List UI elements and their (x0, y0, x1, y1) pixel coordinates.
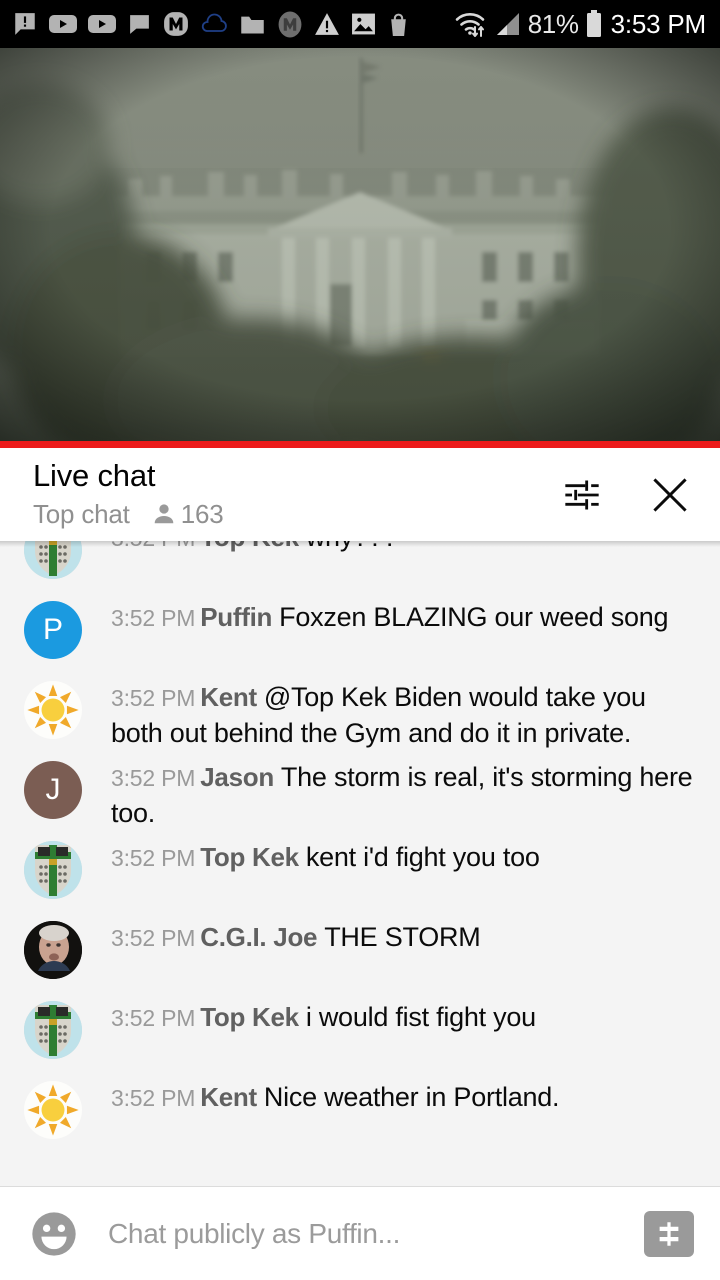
youtube-icon (49, 15, 77, 33)
sun-emoji-avatar[interactable] (24, 681, 82, 739)
message-alert-icon (15, 13, 35, 35)
notification-icons (12, 11, 454, 38)
chat-message[interactable]: 3:52 PM Kent Nice weather in Portland. (0, 1077, 720, 1157)
tune-filter-icon (565, 479, 599, 510)
chat-message[interactable]: 3:52 PM Kent @Top Kek Biden would take you… (0, 677, 720, 757)
chat-message-body: 3:52 PM Kent Nice weather in Portland. (111, 1077, 560, 1116)
message-author[interactable]: Kent (200, 682, 257, 712)
cloud-icon (201, 13, 227, 32)
shopping-bag-icon (391, 13, 406, 36)
avatar-initial: P (42, 613, 63, 646)
portrait-photo-avatar[interactable] (24, 921, 82, 979)
message-author[interactable]: Top Kek (200, 541, 299, 552)
youtube-icon (88, 15, 116, 33)
battery-percent-label: 81% (527, 8, 579, 39)
chat-input[interactable] (108, 1217, 644, 1250)
chat-message-body: 3:52 PM Top Kek i would fist fight you (111, 997, 536, 1036)
viewer-count: 163 (180, 498, 224, 529)
close-icon (653, 477, 687, 512)
crusader-helmet-avatar[interactable] (24, 841, 82, 899)
avatar-initial: J (45, 773, 61, 806)
portrait-glyph (24, 921, 82, 979)
letter-avatar[interactable]: J (24, 761, 82, 819)
status-clock: 3:53 PM (610, 8, 707, 39)
sun-glyph (27, 684, 79, 736)
close-chat-button[interactable] (646, 471, 694, 519)
message-timestamp: 3:52 PM (111, 925, 196, 951)
video-progress-track[interactable] (0, 441, 720, 448)
chat-message[interactable]: 3:52 PM C.G.I. Joe THE STORM (0, 917, 720, 997)
chat-header-subrow: Top chat 163 (33, 499, 558, 530)
message-text: kent i'd fight you too (305, 842, 540, 872)
chat-message-body: 3:52 PM C.G.I. Joe THE STORM (111, 917, 481, 956)
chat-message-list[interactable]: 3:52 PMTop Kekwhy???P3:52 PMPuffinFoxzen… (0, 541, 720, 1187)
chat-composer (0, 1187, 720, 1280)
chat-header: Live chat Top chat 163 (0, 448, 720, 541)
chat-bubble-icon (130, 14, 149, 34)
message-timestamp: 3:52 PM (111, 1085, 196, 1111)
message-timestamp: 3:52 PM (111, 605, 196, 631)
letter-avatar[interactable]: P (24, 601, 82, 659)
message-text: Foxzen BLAZING our weed song (279, 602, 669, 632)
crusader-helmet-glyph (24, 841, 82, 899)
m-badge-icon (164, 12, 188, 36)
superchat-button[interactable] (644, 1210, 694, 1257)
message-text: i would fist fight you (305, 1002, 536, 1032)
chat-message[interactable]: 3:52 PM Top Kek kent i'd fight you too (0, 837, 720, 917)
chat-mode-selector[interactable]: Top chat (33, 499, 130, 530)
white-house-livestream-frame (0, 48, 720, 448)
video-player[interactable] (0, 48, 720, 448)
chat-header-text: Live chat Top chat 163 (33, 458, 558, 530)
emoji-smiley-icon (32, 1211, 76, 1256)
wifi-transfer-icon (455, 13, 485, 37)
message-timestamp: 3:52 PM (111, 541, 195, 551)
crusader-helmet-glyph (24, 1001, 82, 1059)
chat-message-body: 3:52 PM Jason The storm is real, it's stor… (111, 757, 698, 831)
crusader-helmet-avatar[interactable] (24, 541, 82, 579)
chat-list-divider (0, 1186, 720, 1187)
chat-header-actions (558, 471, 694, 519)
battery-icon (586, 10, 601, 37)
dollar-superchat-icon (659, 1221, 679, 1246)
message-text: The storm is real, it's storming here to… (111, 762, 693, 828)
message-author[interactable]: Top Kek (200, 842, 299, 872)
message-timestamp: 3:52 PM (111, 845, 196, 871)
m-circle-icon (278, 11, 302, 37)
message-author[interactable]: Puffin (200, 602, 272, 632)
message-text: why??? (306, 541, 398, 552)
image-icon (352, 13, 375, 35)
message-author[interactable]: Kent (200, 1082, 257, 1112)
chat-message-body: 3:52 PM Puffin Foxzen BLAZING our weed son… (111, 597, 669, 636)
chat-message-body: 3:52 PM Top Kek kent i'd fight you too (111, 837, 540, 876)
crusader-helmet-avatar[interactable] (24, 1001, 82, 1059)
message-timestamp: 3:52 PM (111, 1005, 196, 1031)
message-timestamp: 3:52 PM (111, 685, 196, 711)
chat-message-body: 3:52 PM Kent @Top Kek Biden would take you… (111, 677, 698, 751)
emoji-picker-button[interactable] (26, 1206, 82, 1262)
sun-emoji-avatar[interactable] (24, 1081, 82, 1139)
chat-message[interactable]: 3:52 PM Top Kek why??? (0, 541, 720, 597)
message-author[interactable]: C.G.I. Joe (200, 922, 317, 952)
warning-triangle-icon (315, 13, 339, 35)
message-author[interactable]: Jason (200, 762, 274, 792)
chat-filter-button[interactable] (558, 471, 606, 519)
chat-message-body: 3:52 PM Top Kek why??? (111, 541, 398, 556)
message-text: Nice weather in Portland. (263, 1082, 560, 1112)
status-bar: 81% 3:53 PM (0, 0, 720, 48)
message-author[interactable]: Top Kek (200, 1002, 299, 1032)
folder-icon (241, 16, 264, 33)
chat-message[interactable]: P 3:52 PM Puffin Foxzen BLAZING our weed so… (0, 597, 720, 677)
chat-message[interactable]: 3:52 PM Top Kek i would fist fight you (0, 997, 720, 1077)
crusader-helmet-glyph (24, 541, 82, 579)
system-status-icons: 81% 3:53 PM (454, 9, 706, 40)
message-text: THE STORM (324, 922, 481, 952)
sun-glyph (27, 1084, 79, 1136)
video-progress-fill (0, 441, 720, 448)
page-title: Live chat (33, 458, 156, 494)
cell-signal-icon (496, 13, 519, 35)
chat-message[interactable]: J 3:52 PM Jason The storm is real, it's sto… (0, 757, 720, 837)
person-icon (154, 504, 174, 524)
viewer-count-group: 163 (151, 499, 224, 530)
message-timestamp: 3:52 PM (111, 765, 196, 791)
